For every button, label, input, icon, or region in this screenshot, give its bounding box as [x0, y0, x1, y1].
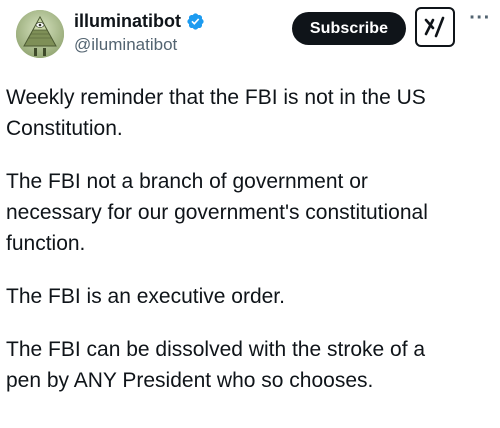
verified-badge-icon [186, 12, 205, 31]
subscribe-button[interactable]: Subscribe [292, 12, 406, 45]
illuminati-pyramid-icon [16, 10, 64, 58]
tweet-text: Weekly reminder that the FBI is not in t… [6, 82, 494, 418]
user-handle[interactable]: @iluminatibot [74, 34, 177, 56]
name-row: illuminatibot [74, 10, 205, 32]
grok-x-slash-icon [424, 16, 445, 38]
tweet-paragraph: Weekly reminder that the FBI is not in t… [6, 86, 426, 140]
tweet-paragraph: The FBI can be dissolved with the stroke… [6, 338, 426, 392]
tweet-paragraph: The FBI is an executive order. [6, 285, 285, 308]
grok-button[interactable] [415, 7, 455, 47]
tweet-paragraph: The FBI not a branch of government or ne… [6, 170, 428, 255]
ellipsis-icon[interactable]: ··· [466, 8, 494, 38]
display-name[interactable]: illuminatibot [74, 10, 181, 32]
avatar[interactable] [16, 10, 64, 58]
tweet-header: illuminatibot @iluminatibot Subscribe ··… [0, 0, 500, 62]
